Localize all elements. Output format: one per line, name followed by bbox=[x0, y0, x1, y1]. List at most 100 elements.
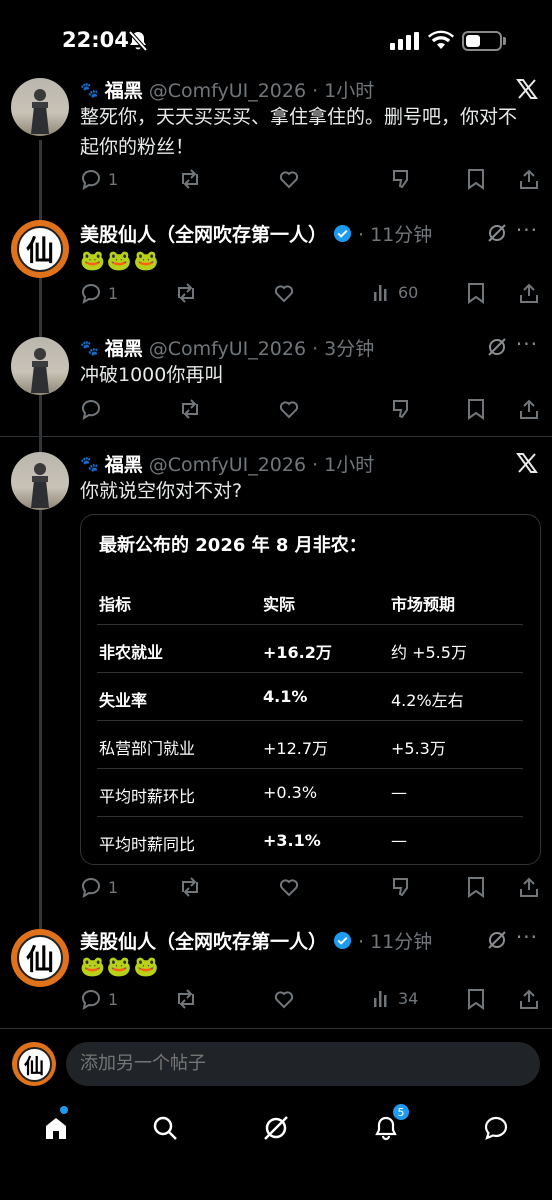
share-button[interactable] bbox=[518, 398, 540, 420]
heart-icon bbox=[274, 991, 294, 1009]
downvote-button[interactable] bbox=[391, 398, 413, 420]
table-cell: 私营部门就业 bbox=[99, 739, 196, 758]
avatar[interactable]: 仙 bbox=[11, 220, 69, 278]
share-button[interactable] bbox=[518, 876, 540, 898]
views-count: 60 bbox=[398, 282, 419, 302]
author-name[interactable]: 美股仙人（全网吹存第一人） bbox=[80, 927, 327, 954]
repost-button[interactable] bbox=[174, 988, 198, 1010]
like-button[interactable] bbox=[278, 398, 300, 420]
author-name[interactable]: 美股仙人（全网吹存第一人） bbox=[80, 220, 327, 247]
nav-grok[interactable] bbox=[256, 1110, 296, 1146]
table-cell: 4.2%左右 bbox=[391, 691, 464, 710]
heart-icon bbox=[279, 401, 299, 419]
home-icon bbox=[46, 1118, 66, 1139]
post-text: 🐸🐸🐸 bbox=[80, 248, 161, 272]
nfp-table-card[interactable]: 最新公布的 2026 年 8 月非农： 指标 实际 市场预期 非农就业 +16.… bbox=[80, 514, 541, 865]
heart-icon bbox=[274, 285, 294, 303]
downvote-button[interactable] bbox=[391, 168, 413, 190]
author-name[interactable]: 福黑 bbox=[105, 76, 143, 103]
repost-button[interactable] bbox=[178, 168, 202, 190]
reply-button[interactable]: 1 bbox=[80, 282, 118, 304]
table-cell: +16.2万 bbox=[263, 643, 332, 662]
table-cell: 4.1% bbox=[263, 687, 308, 706]
divider bbox=[0, 1028, 552, 1029]
avatar[interactable]: 仙 bbox=[11, 929, 69, 987]
more-options-icon[interactable]: ··· bbox=[516, 925, 538, 949]
more-options-icon[interactable]: ··· bbox=[516, 332, 538, 356]
like-button[interactable] bbox=[278, 876, 300, 898]
repost-icon bbox=[182, 169, 198, 189]
bookmark-icon bbox=[468, 169, 484, 190]
bottom-nav: 5 bbox=[0, 1096, 552, 1200]
post-actions: 1 bbox=[80, 168, 540, 192]
reply-count: 1 bbox=[108, 877, 119, 897]
post-actions: 1 60 bbox=[80, 282, 540, 306]
repost-icon bbox=[178, 989, 194, 1009]
views-button[interactable]: 34 bbox=[372, 988, 418, 1008]
table-row: 平均时薪环比 +0.3% — bbox=[97, 769, 523, 817]
bookmark-button[interactable] bbox=[466, 988, 486, 1010]
table-row: 平均时薪同比 +3.1% — bbox=[97, 817, 523, 865]
reply-input[interactable] bbox=[66, 1042, 540, 1086]
nav-search[interactable] bbox=[145, 1110, 185, 1146]
divider bbox=[0, 436, 552, 437]
share-button[interactable] bbox=[518, 282, 540, 304]
grok-icon[interactable] bbox=[486, 336, 508, 358]
repost-button[interactable] bbox=[174, 282, 198, 304]
card-title: 最新公布的 2026 年 8 月非农： bbox=[99, 535, 367, 556]
home-notification-dot bbox=[60, 1106, 68, 1114]
repost-button[interactable] bbox=[178, 876, 202, 898]
status-time: 22:04 bbox=[62, 28, 129, 52]
like-button[interactable] bbox=[278, 168, 300, 190]
like-button[interactable] bbox=[273, 282, 295, 304]
nav-home[interactable] bbox=[36, 1110, 76, 1146]
bookmark-icon bbox=[468, 877, 484, 898]
post-text: 整死你，天天买买买、拿住拿住的。删号吧，你对不起你的粉丝！ bbox=[80, 106, 518, 158]
column-header: 市场预期 bbox=[391, 595, 456, 614]
post-text: 🐸🐸🐸 bbox=[80, 954, 161, 978]
author-handle: @ComfyUI_2026 · 1小时 bbox=[148, 454, 375, 476]
x-logo-icon bbox=[516, 79, 538, 99]
author-handle: @ComfyUI_2026 · 1小时 bbox=[148, 80, 375, 102]
like-button[interactable] bbox=[273, 988, 295, 1010]
author-name[interactable]: 福黑 bbox=[105, 450, 143, 477]
reply-button[interactable] bbox=[80, 398, 102, 420]
table-cell: 失业率 bbox=[99, 691, 148, 710]
thumbs-down-icon bbox=[393, 170, 408, 189]
share-icon bbox=[520, 877, 538, 897]
post-text: 冲破1000你再叫 bbox=[80, 364, 224, 386]
repost-button[interactable] bbox=[178, 398, 202, 420]
avatar[interactable] bbox=[11, 452, 69, 510]
grok-icon[interactable] bbox=[486, 222, 508, 244]
grok-icon[interactable] bbox=[486, 929, 508, 951]
share-button[interactable] bbox=[518, 168, 540, 190]
share-icon bbox=[520, 399, 538, 419]
nav-messages[interactable] bbox=[476, 1110, 516, 1146]
views-button[interactable]: 60 bbox=[372, 282, 418, 302]
thread-line bbox=[39, 500, 42, 930]
author-name[interactable]: 福黑 bbox=[105, 334, 143, 361]
wifi-icon bbox=[428, 30, 454, 49]
heart-icon bbox=[279, 879, 299, 897]
bookmark-button[interactable] bbox=[466, 282, 486, 304]
bookmark-button[interactable] bbox=[466, 398, 486, 420]
reply-button[interactable]: 1 bbox=[80, 168, 118, 190]
bookmark-icon bbox=[468, 399, 484, 420]
avatar[interactable] bbox=[11, 78, 69, 136]
avatar[interactable] bbox=[11, 337, 69, 395]
share-button[interactable] bbox=[518, 988, 540, 1010]
paw-icon: 🐾 bbox=[80, 454, 99, 473]
downvote-button[interactable] bbox=[391, 876, 413, 898]
reply-icon bbox=[82, 170, 100, 190]
reply-button[interactable]: 1 bbox=[80, 988, 118, 1010]
more-options-icon[interactable]: ··· bbox=[516, 218, 538, 242]
post-time: · 11分钟 bbox=[358, 224, 433, 246]
reply-button[interactable]: 1 bbox=[80, 876, 118, 898]
author-handle: @ComfyUI_2026 · 3分钟 bbox=[148, 338, 375, 360]
thumbs-down-icon bbox=[393, 878, 408, 897]
bookmark-button[interactable] bbox=[466, 876, 486, 898]
reply-icon bbox=[82, 284, 100, 304]
verified-badge-icon bbox=[333, 931, 352, 950]
bookmark-button[interactable] bbox=[466, 168, 486, 190]
share-icon bbox=[520, 989, 538, 1009]
